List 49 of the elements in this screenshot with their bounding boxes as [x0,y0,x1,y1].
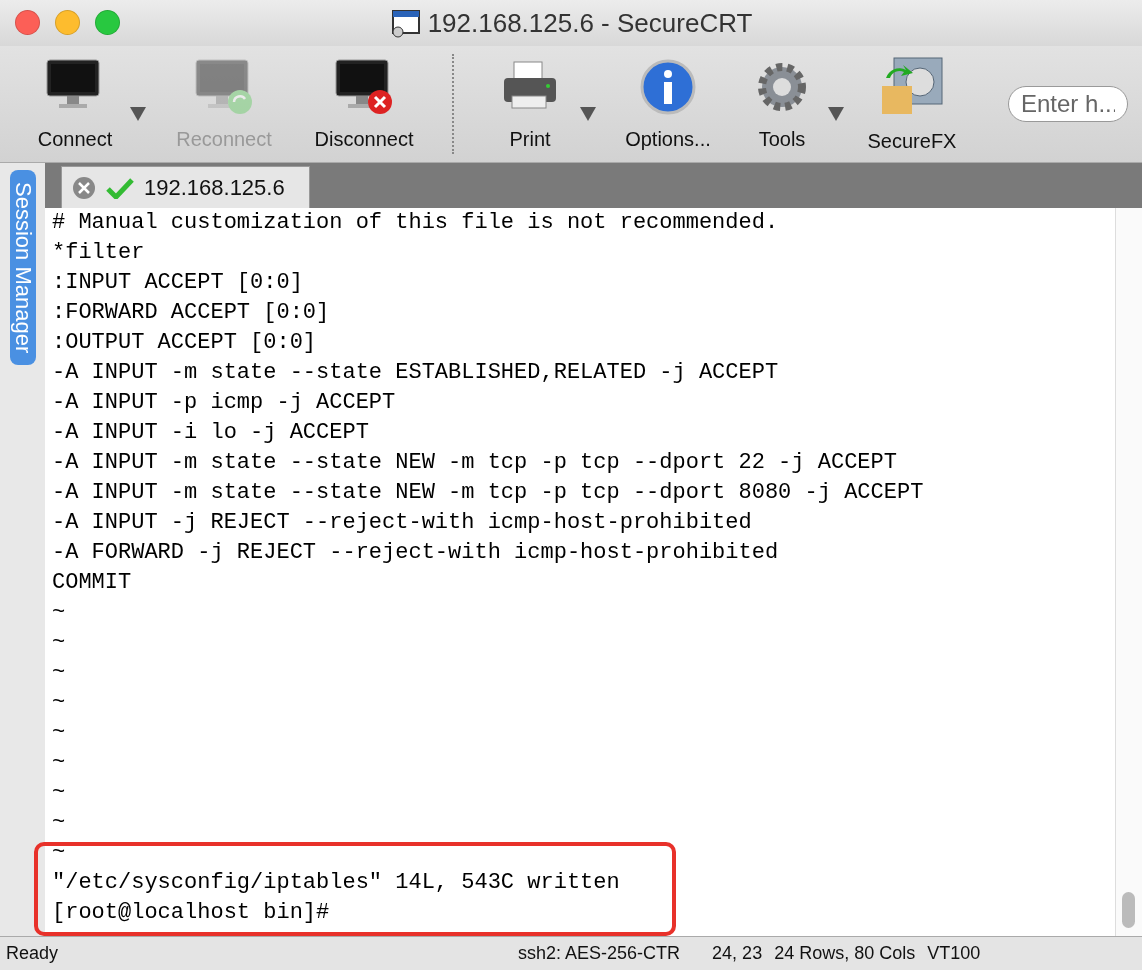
terminal-line: -A FORWARD -j REJECT --reject-with icmp-host-prohibited [52,539,780,567]
terminal-line: *filter [52,239,146,267]
info-icon [639,57,697,116]
session-tab[interactable]: 192.168.125.6 [61,166,310,208]
terminal-line: -A INPUT -m state --state NEW -m tcp -p tcp --dport 22 -j ACCEPT [52,449,898,477]
terminal-line: -A INPUT -p icmp -j ACCEPT [52,389,397,417]
terminal-line: -A INPUT -m state --state NEW -m tcp -p tcp --dport 8080 -j ACCEPT [52,479,925,507]
terminal-line: [root@localhost bin]# [52,899,331,927]
terminal-line: :FORWARD ACCEPT [0:0] [52,299,331,327]
dropdown-caret-icon[interactable] [580,106,596,121]
toolbar-button[interactable]: Tools [732,57,832,151]
cursor-position: 24, 23 [712,943,763,964]
status-text: Ready [6,943,59,964]
terminal-line: COMMIT [52,569,133,597]
emulation-text: VT100 [927,943,981,964]
monitor-icon [334,57,394,116]
terminal-line: -A INPUT -i lo -j ACCEPT [52,419,370,447]
toolbar-button[interactable]: SecureFX [852,55,972,153]
terminal-app-icon [389,8,420,38]
cipher-text: ssh2: AES-256-CTR [518,943,681,964]
toolbar-button[interactable]: Disconnect [294,57,434,151]
terminal-line: ~ [52,659,67,687]
terminal-line: ~ [52,629,67,657]
dropdown-caret-icon[interactable] [130,106,146,121]
toolbar-button[interactable]: Print [476,57,584,151]
scrollbar-thumb[interactable] [1122,892,1135,928]
minimize-button[interactable] [55,10,80,35]
terminal-line: ~ [52,749,67,777]
window-title: 192.168.125.6 - SecureCRT [427,7,753,39]
dropdown-caret-icon[interactable] [828,106,844,121]
terminal-line: "/etc/sysconfig/iptables" 14L, 543C written [52,869,621,897]
close-button[interactable] [15,10,40,35]
terminal-line: ~ [52,689,67,717]
toolbar-button[interactable]: Options... [604,57,732,151]
terminal-line: ~ [52,779,67,807]
terminal-line: ~ [52,809,67,837]
zoom-button[interactable] [95,10,120,35]
terminal-line: ~ [52,839,67,867]
terminal-size: 24 Rows, 80 Cols [774,943,916,964]
terminal-line: ~ [52,719,67,747]
monitor-icon [194,57,254,116]
close-tab-icon[interactable] [72,175,96,200]
toolbar-button[interactable]: Connect [16,57,134,151]
terminal-line: ~ [52,599,67,627]
terminal-line: -A INPUT -m state --state ESTABLISHED,RELATED -j ACCEPT [52,359,780,387]
terminal-line: :INPUT ACCEPT [0:0] [52,269,304,297]
terminal-line: -A INPUT -j REJECT --reject-with icmp-host-prohibited [52,509,753,537]
terminal-line: # Manual customization of this file is not recommended. [52,209,780,237]
terminal-line: :OUTPUT ACCEPT [0:0] [52,329,318,357]
